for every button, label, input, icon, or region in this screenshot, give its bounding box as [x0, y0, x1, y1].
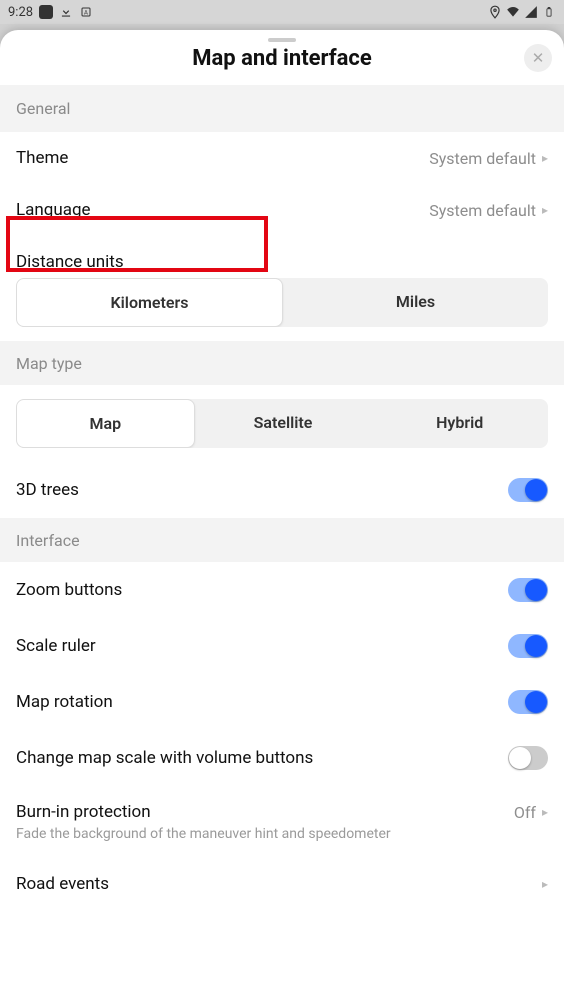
- distance-units-label: Distance units: [16, 252, 124, 272]
- download-icon: [59, 5, 73, 19]
- sheet-title: Map and interface: [16, 46, 548, 71]
- theme-value: System default: [429, 149, 536, 168]
- signal-icon: [524, 5, 538, 19]
- distance-units-segmented: Kilometers Miles: [16, 278, 548, 327]
- close-icon: ✕: [532, 49, 545, 67]
- section-header-interface: Interface: [0, 518, 564, 562]
- close-button[interactable]: ✕: [524, 44, 552, 72]
- seg-satellite[interactable]: Satellite: [195, 399, 372, 448]
- seg-hybrid[interactable]: Hybrid: [371, 399, 548, 448]
- theme-row[interactable]: Theme System default ▸: [0, 132, 564, 184]
- zoom-buttons-row: Zoom buttons: [0, 562, 564, 618]
- status-bar: 9:28 A: [0, 0, 564, 24]
- burn-in-row[interactable]: Burn-in protection Off ▸ Fade the backgr…: [0, 786, 564, 858]
- language-label: Language: [16, 200, 91, 220]
- burn-in-label: Burn-in protection: [16, 802, 151, 822]
- chevron-right-icon: ▸: [542, 203, 548, 217]
- chevron-right-icon: ▸: [542, 151, 548, 165]
- scale-volume-row: Change map scale with volume buttons: [0, 730, 564, 786]
- theme-label: Theme: [16, 148, 68, 168]
- map-rotation-label: Map rotation: [16, 692, 113, 712]
- section-header-map-type: Map type: [0, 341, 564, 385]
- burn-in-sublabel: Fade the background of the maneuver hint…: [16, 826, 548, 842]
- seg-map[interactable]: Map: [16, 399, 195, 448]
- map-rotation-toggle[interactable]: [508, 690, 548, 714]
- scale-volume-label: Change map scale with volume buttons: [16, 748, 313, 768]
- section-header-general: General: [0, 85, 564, 132]
- burn-in-value: Off: [514, 803, 536, 822]
- seg-miles[interactable]: Miles: [283, 278, 548, 327]
- road-events-label: Road events: [16, 874, 109, 894]
- notif-icon: A: [79, 5, 93, 19]
- settings-sheet: Map and interface ✕ General Theme System…: [0, 30, 564, 1004]
- wifi-icon: [506, 5, 520, 19]
- svg-text:A: A: [84, 10, 88, 17]
- zoom-buttons-label: Zoom buttons: [16, 580, 122, 600]
- trees-3d-label: 3D trees: [16, 480, 79, 500]
- scale-ruler-toggle[interactable]: [508, 634, 548, 658]
- location-icon: [488, 5, 502, 19]
- scale-ruler-label: Scale ruler: [16, 636, 96, 656]
- app-square-icon: [39, 5, 53, 19]
- distance-units-row: Distance units: [0, 236, 564, 278]
- scale-volume-toggle[interactable]: [508, 746, 548, 770]
- trees-3d-row: 3D trees: [0, 462, 564, 518]
- chevron-right-icon: ▸: [542, 805, 548, 819]
- language-value: System default: [429, 201, 536, 220]
- map-type-segmented: Map Satellite Hybrid: [16, 399, 548, 448]
- trees-3d-toggle[interactable]: [508, 478, 548, 502]
- sheet-grabber[interactable]: [268, 38, 296, 42]
- battery-icon: [542, 5, 556, 19]
- map-rotation-row: Map rotation: [0, 674, 564, 730]
- status-time: 9:28: [8, 5, 33, 20]
- chevron-right-icon: ▸: [542, 877, 548, 891]
- road-events-row[interactable]: Road events ▸: [0, 858, 564, 910]
- zoom-buttons-toggle[interactable]: [508, 578, 548, 602]
- language-row[interactable]: Language System default ▸: [0, 184, 564, 236]
- scale-ruler-row: Scale ruler: [0, 618, 564, 674]
- seg-kilometers[interactable]: Kilometers: [16, 278, 283, 327]
